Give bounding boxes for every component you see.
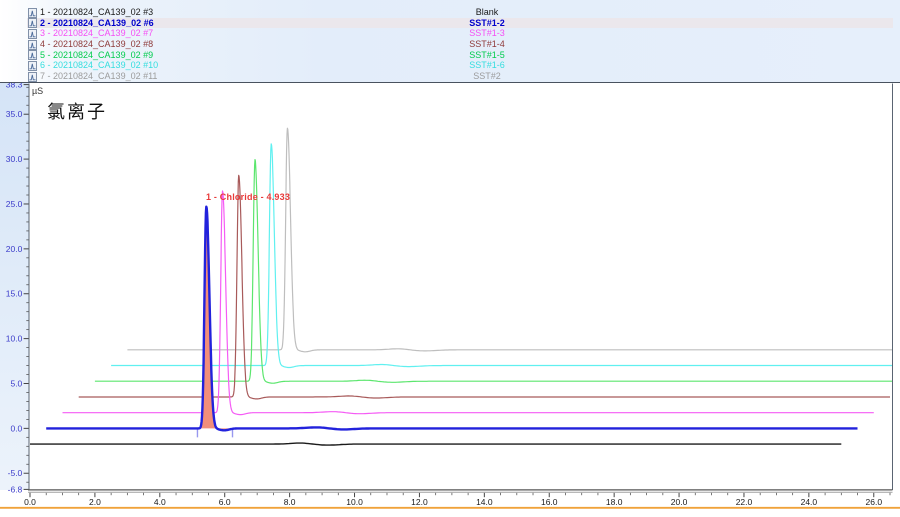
svg-text:16.0: 16.0 <box>541 497 558 507</box>
legend-sample-name: SST#1-6 <box>402 60 572 71</box>
legend-run-name: 2 - 20210824_CA139_02 #6 <box>40 18 154 29</box>
chart-title: 氯离子 <box>47 98 107 124</box>
svg-text:20.0: 20.0 <box>6 244 23 254</box>
chromatogram-icon <box>28 72 37 82</box>
legend-run-name: 1 - 20210824_CA139_02 #3 <box>40 7 153 18</box>
legend-row[interactable]: 1 - 20210824_CA139_02 #3 Blank <box>27 7 893 18</box>
svg-text:20.0: 20.0 <box>671 497 688 507</box>
legend-row[interactable]: 4 - 20210824_CA139_02 #8 SST#1-4 <box>27 39 893 50</box>
svg-text:22.0: 22.0 <box>736 497 753 507</box>
chromatogram-icon <box>28 61 37 71</box>
legend-row[interactable]: 7 - 20210824_CA139_02 #11 SST#2 <box>27 71 893 82</box>
legend-run-name: 3 - 20210824_CA139_02 #7 <box>40 28 153 39</box>
chromatogram-icon <box>28 18 37 28</box>
legend-run-name: 4 - 20210824_CA139_02 #8 <box>40 39 153 50</box>
svg-text:25.0: 25.0 <box>6 199 23 209</box>
svg-text:2.0: 2.0 <box>89 497 101 507</box>
legend-run-name: 5 - 20210824_CA139_02 #9 <box>40 50 153 61</box>
injection-legend-pane: 1 - 20210824_CA139_02 #3Blank2 - 2021082… <box>0 0 900 83</box>
x-axis: 0.0 2.0 4.0 6.0 8.0 10.0 12.0 14.0 16.0 18.0 20.0 2… <box>24 493 890 507</box>
svg-text:-6.8: -6.8 <box>8 484 23 494</box>
legend-sample-name: SST#1-3 <box>402 28 572 39</box>
legend-row[interactable]: 2 - 20210824_CA139_02 #6 SST#1-2 <box>27 18 893 29</box>
trace-blank[interactable] <box>30 443 841 445</box>
chromatogram-icon <box>28 50 37 60</box>
svg-text:18.0: 18.0 <box>606 497 623 507</box>
chromatogram-icon <box>28 8 37 18</box>
legend-row[interactable]: 5 - 20210824_CA139_02 #9 SST#1-5 <box>27 50 893 61</box>
legend-sample-name: Blank <box>402 7 572 18</box>
svg-text:5.0: 5.0 <box>10 378 22 388</box>
svg-text:10.0: 10.0 <box>346 497 363 507</box>
legend-run-name: 6 - 20210824_CA139_02 #10 <box>40 60 158 71</box>
svg-text:0.0: 0.0 <box>10 423 22 433</box>
svg-text:15.0: 15.0 <box>6 289 23 299</box>
y-axis-unit-label: µS <box>32 86 43 96</box>
legend-sample-name: SST#2 <box>402 71 572 82</box>
svg-text:30.0: 30.0 <box>6 154 23 164</box>
peak-annotation: 1 - Chloride - 4.933 <box>206 192 290 202</box>
svg-text:10.0: 10.0 <box>6 334 23 344</box>
legend-row[interactable]: 3 - 20210824_CA139_02 #7 SST#1-3 <box>27 28 893 39</box>
svg-text:8.0: 8.0 <box>284 497 296 507</box>
legend-sample-name: SST#1-5 <box>402 50 572 61</box>
svg-text:6.0: 6.0 <box>219 497 231 507</box>
svg-text:4.0: 4.0 <box>154 497 166 507</box>
svg-text:14.0: 14.0 <box>476 497 493 507</box>
svg-text:35.0: 35.0 <box>6 109 23 119</box>
legend-row[interactable]: 6 - 20210824_CA139_02 #10 SST#1-6 <box>27 60 893 71</box>
legend-sample-name: SST#1-4 <box>402 39 572 50</box>
chromatogram-icon <box>28 29 37 39</box>
injection-legend-list: 1 - 20210824_CA139_02 #3Blank2 - 2021082… <box>27 7 893 82</box>
svg-text:0.0: 0.0 <box>24 497 36 507</box>
chromatography-window: 1 - 20210824_CA139_02 #3Blank2 - 2021082… <box>0 0 900 517</box>
chromatogram-icon <box>28 40 37 50</box>
svg-text:-5.0: -5.0 <box>8 468 23 478</box>
svg-text:26.0: 26.0 <box>866 497 883 507</box>
svg-text:12.0: 12.0 <box>411 497 428 507</box>
svg-text:24.0: 24.0 <box>801 497 818 507</box>
legend-run-name: 7 - 20210824_CA139_02 #11 <box>40 71 157 82</box>
legend-sample-name: SST#1-2 <box>402 18 572 29</box>
